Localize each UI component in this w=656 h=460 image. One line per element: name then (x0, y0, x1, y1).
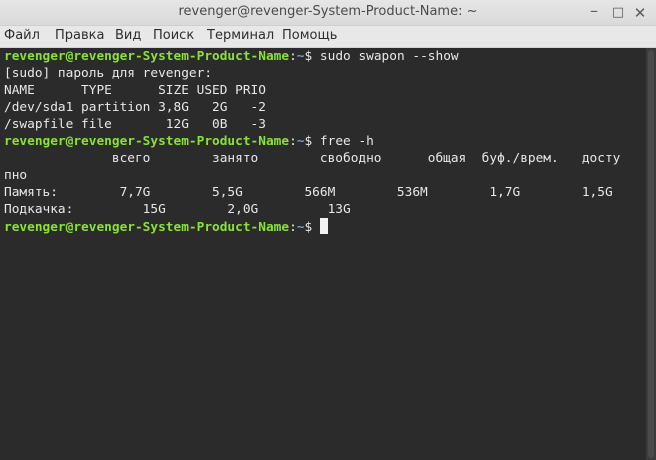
prompt-colon: : (289, 220, 297, 235)
output-line: Подкачка: 15G 2,0G 13G (4, 202, 351, 217)
text-cursor (319, 218, 328, 234)
menu-file[interactable]: Файл (4, 28, 40, 43)
prompt-cwd: ~ (296, 134, 305, 149)
output-line: NAME TYPE SIZE USED PRIO (4, 83, 266, 98)
menu-search[interactable]: Поиск (153, 28, 194, 43)
menu-view[interactable]: Вид (115, 28, 141, 43)
menu-help[interactable]: Помощь (282, 28, 337, 43)
output-line: [sudo] пароль для revenger: (4, 66, 213, 81)
output-line: всего занято свободно общая буф./врем. д… (4, 151, 621, 166)
maximize-icon[interactable]: □ (608, 3, 628, 23)
prompt-cwd: ~ (296, 49, 305, 64)
close-icon[interactable]: ✕ (630, 3, 650, 23)
command-text: free -h (319, 134, 374, 149)
prompt-colon: : (289, 134, 297, 149)
menu-terminal[interactable]: Терминал (207, 28, 274, 43)
prompt-user-host: revenger@revenger-System-Product-Name (4, 134, 290, 149)
prompt-cwd: ~ (296, 220, 305, 235)
command-text: sudo swapon --show (319, 49, 459, 64)
output-line: /dev/sda1 partition 3,8G 2G -2 (4, 100, 266, 115)
output-line: Память: 7,7G 5,5G 566M 536M 1,7G 1,5G (4, 185, 613, 200)
menu-bar: Файл Правка Вид Поиск Терминал Помощь (0, 26, 656, 48)
terminal-window: revenger@revenger-System-Product-Name: ~… (0, 0, 656, 460)
output-line: пно (4, 168, 28, 183)
scrollbar-thumb[interactable] (648, 50, 654, 458)
minimize-icon[interactable]: – (584, 3, 604, 23)
menu-edit[interactable]: Правка (55, 28, 104, 43)
scrollbar[interactable] (646, 48, 656, 460)
prompt-dollar: $ (304, 49, 320, 64)
prompt-colon: : (289, 49, 297, 64)
window-title: revenger@revenger-System-Product-Name: ~ (178, 4, 478, 19)
prompt-user-host: revenger@revenger-System-Product-Name (4, 220, 290, 235)
terminal-output[interactable]: revenger@revenger-System-Product-Name:~$… (0, 48, 646, 460)
prompt-dollar: $ (304, 134, 320, 149)
prompt-user-host: revenger@revenger-System-Product-Name (4, 49, 290, 64)
prompt-dollar: $ (304, 220, 320, 235)
prompt-line: revenger@revenger-System-Product-Name:~$… (4, 48, 646, 65)
title-bar[interactable]: revenger@revenger-System-Product-Name: ~… (0, 0, 656, 26)
prompt-line: revenger@revenger-System-Product-Name:~$… (4, 133, 646, 150)
output-line: /swapfile file 12G 0B -3 (4, 117, 266, 132)
prompt-line: revenger@revenger-System-Product-Name:~$ (4, 218, 646, 235)
